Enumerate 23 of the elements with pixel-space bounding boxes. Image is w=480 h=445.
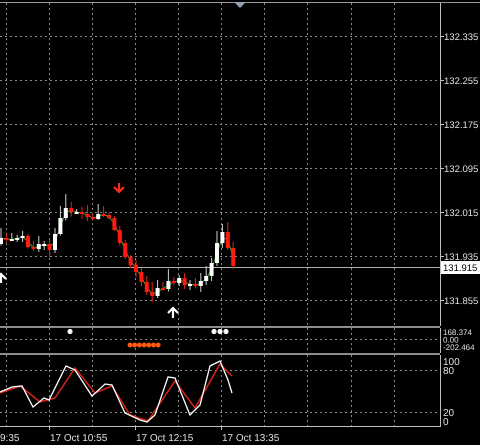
- price-label: 131.935: [444, 252, 478, 263]
- price-label: 132.255: [444, 76, 478, 87]
- up-arrow-icon: [166, 306, 180, 320]
- indicator-label: 0.00: [443, 336, 459, 344]
- price-label: 132.335: [444, 32, 478, 43]
- down-arrow-icon: [112, 182, 126, 194]
- stochastic-level-label: 100: [443, 357, 460, 368]
- time-label: 17 Oct 10:55: [50, 433, 108, 444]
- time-label: 17 Oct 12:15: [136, 433, 194, 444]
- time-label: 17 Oct 13:35: [222, 433, 280, 444]
- stochastic-level-label: 0: [443, 417, 449, 426]
- stochastic-level-label: 80: [443, 366, 454, 377]
- price-label: 132.095: [444, 164, 478, 175]
- time-label: 9:35: [0, 433, 20, 444]
- current-price-label: 131.915: [441, 261, 480, 274]
- price-label: 132.015: [444, 208, 478, 219]
- stochastic-level-label: 20: [443, 408, 454, 419]
- signal-dots-drawing: [128, 342, 161, 348]
- price-label: 132.175: [444, 120, 478, 131]
- indicator-label: 168.374: [443, 328, 472, 337]
- indicator-label: -202.464: [443, 343, 475, 352]
- up-arrow-icon: [0, 272, 8, 284]
- price-label: 131.855: [444, 296, 478, 307]
